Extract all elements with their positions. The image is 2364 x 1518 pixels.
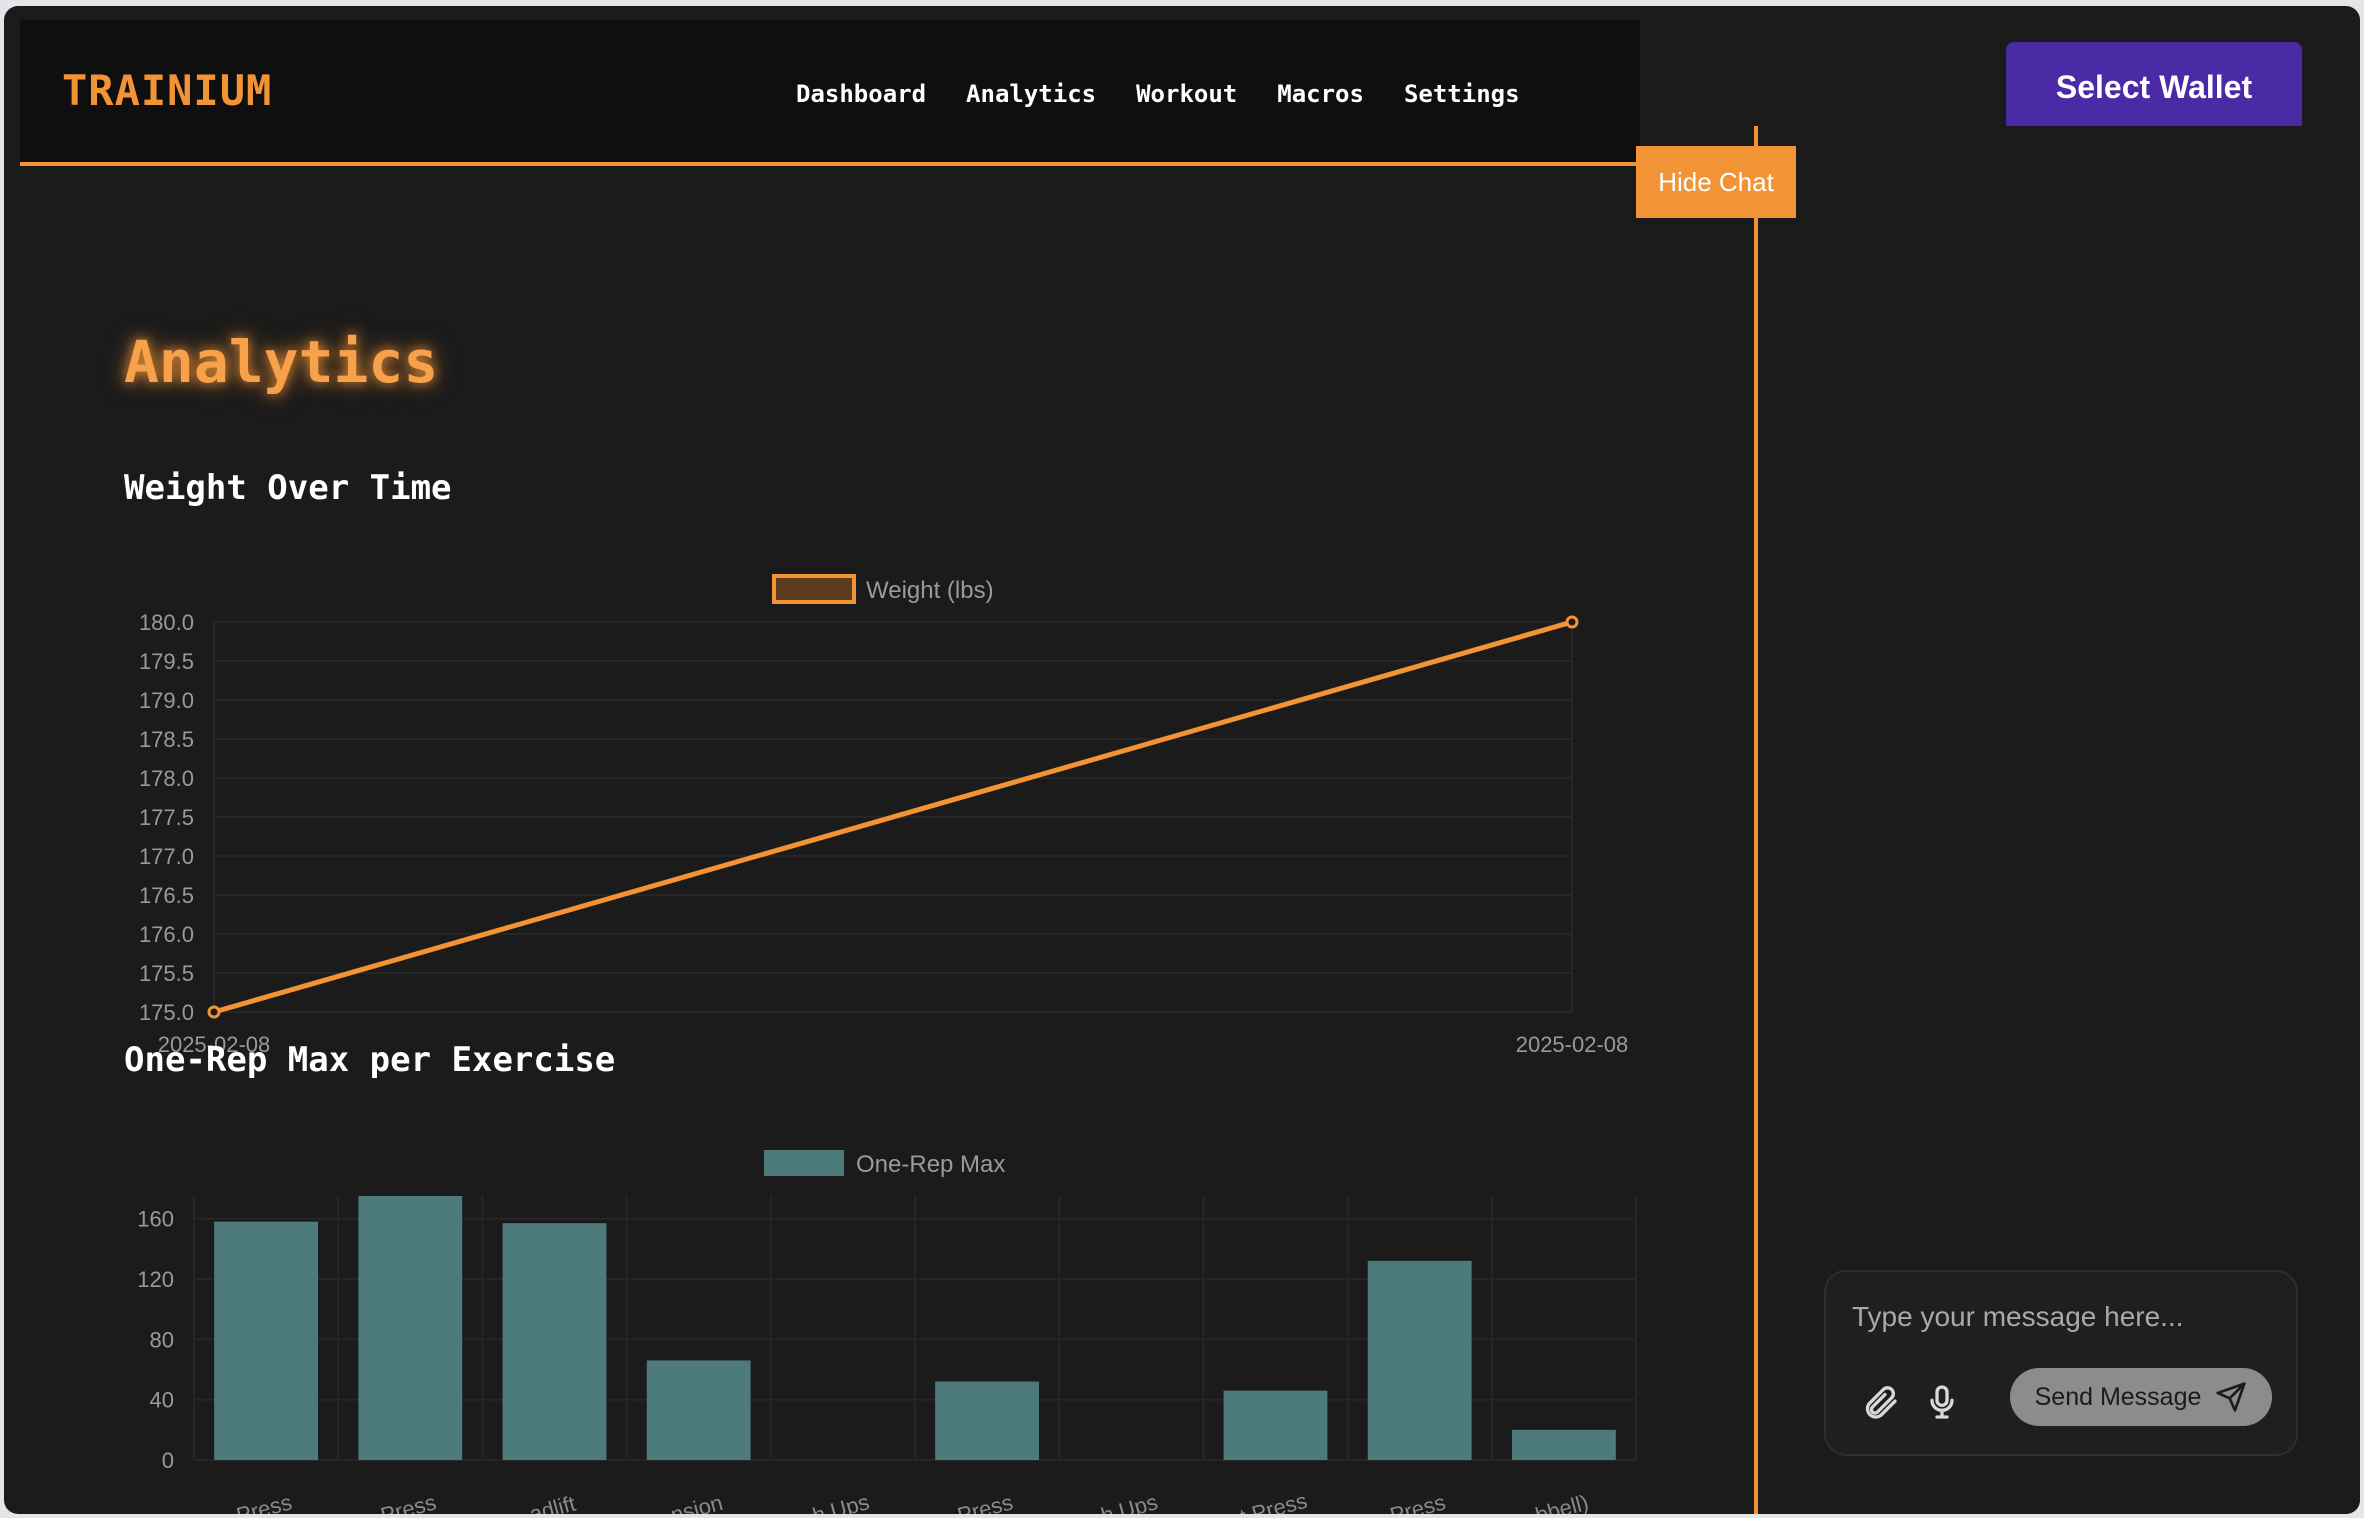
x-tick-label: Press — [378, 1489, 439, 1514]
nav-links: Dashboard Analytics Workout Macros Setti… — [796, 80, 1520, 108]
hide-chat-button[interactable]: Hide Chat — [1636, 146, 1796, 218]
send-message-label: Send Message — [2034, 1382, 2202, 1411]
y-tick-label: 0 — [162, 1448, 174, 1473]
nav-item-dashboard[interactable]: Dashboard — [796, 80, 926, 108]
y-tick-label: 40 — [150, 1388, 174, 1413]
y-tick-label: 175.0 — [139, 1000, 194, 1025]
bar — [935, 1381, 1040, 1460]
nav-item-macros[interactable]: Macros — [1277, 80, 1364, 108]
bar — [1223, 1390, 1328, 1460]
bar — [1367, 1260, 1472, 1460]
y-tick-label: 178.0 — [139, 766, 194, 791]
weight-section-title: Weight Over Time — [124, 468, 452, 508]
x-tick-label: adlift — [527, 1491, 578, 1514]
bar — [646, 1360, 751, 1460]
send-message-button[interactable]: Send Message — [2010, 1368, 2272, 1426]
legend-swatch — [772, 574, 856, 604]
legend-swatch — [764, 1150, 844, 1176]
x-tick-label: Press — [234, 1489, 295, 1514]
select-wallet-button[interactable]: Select Wallet — [2006, 42, 2302, 132]
x-tick-label: bbell) — [1533, 1490, 1591, 1514]
bar — [358, 1196, 463, 1460]
brand-logo[interactable]: TRAINIUM — [62, 66, 272, 115]
data-point — [207, 1005, 221, 1019]
y-tick-label: 176.0 — [139, 922, 194, 947]
y-tick-label: 160 — [137, 1207, 174, 1232]
orm-section-title: One-Rep Max per Exercise — [124, 1040, 616, 1080]
one-rep-max-bar-chart: 160 120 80 40 0 One-Rep Max Press Press adlift ns… — [137, 1150, 1637, 1514]
chat-divider[interactable] — [1754, 126, 1758, 1514]
y-tick-label: 175.5 — [139, 961, 194, 986]
top-navbar: TRAINIUM Dashboard Analytics Workout Mac… — [20, 20, 1640, 166]
send-icon — [2216, 1382, 2247, 1412]
page-title: Analytics — [124, 328, 439, 396]
legend-label: One-Rep Max — [856, 1151, 1005, 1178]
y-tick-label: 120 — [137, 1267, 174, 1292]
legend-label: Weight (lbs) — [866, 577, 994, 604]
y-tick-label: 180.0 — [139, 610, 194, 635]
chat-message-input[interactable] — [1850, 1294, 2274, 1340]
x-tick-label: Press — [955, 1489, 1016, 1514]
data-point — [1565, 615, 1579, 629]
y-tick-label: 179.5 — [139, 649, 194, 674]
microphone-icon[interactable] — [1922, 1382, 1962, 1422]
nav-item-settings[interactable]: Settings — [1404, 80, 1520, 108]
x-tick-label: h Ups — [810, 1489, 872, 1514]
bar — [502, 1223, 607, 1460]
x-tick-label: 2025-02-08 — [1516, 1032, 1629, 1057]
y-tick-label: 178.5 — [139, 727, 194, 752]
x-tick-label: h Ups — [1098, 1489, 1160, 1514]
x-tick-label: nsion — [668, 1490, 725, 1514]
y-tick-label: 179.0 — [139, 688, 194, 713]
bar — [214, 1221, 319, 1460]
chat-composer: Send Message — [1824, 1270, 2298, 1456]
x-tick-label: Press — [1387, 1489, 1448, 1514]
y-tick-label: 176.5 — [139, 883, 194, 908]
nav-item-analytics[interactable]: Analytics — [966, 80, 1096, 108]
bar — [1511, 1429, 1616, 1460]
y-tick-label: 177.5 — [139, 805, 194, 830]
y-tick-label: 80 — [150, 1327, 174, 1352]
app-window: TRAINIUM Dashboard Analytics Workout Mac… — [4, 6, 2360, 1514]
paperclip-icon[interactable] — [1860, 1382, 1900, 1422]
weight-line-chart: 180.0 179.5 179.0 178.5 178.0 177.5 177.0 176.5… — [139, 574, 1629, 1057]
x-tick-label: t Press — [1237, 1488, 1310, 1514]
nav-item-workout[interactable]: Workout — [1136, 80, 1237, 108]
y-tick-label: 177.0 — [139, 844, 194, 869]
